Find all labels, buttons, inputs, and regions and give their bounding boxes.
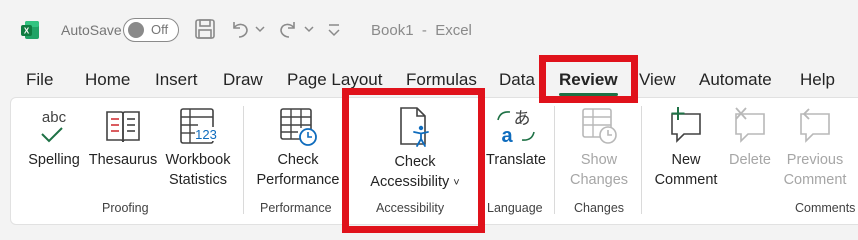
previous-comment-label-line1: Previous <box>786 152 844 168</box>
translate-label: Translate <box>486 152 546 168</box>
tab-data[interactable]: Data <box>499 70 535 90</box>
workbook-statistics-icon: 123 <box>180 108 217 144</box>
autosave-state: Off <box>151 22 169 37</box>
delete-comment-button[interactable]: Delete <box>724 106 776 170</box>
check-performance-label-line1: Check <box>277 152 319 168</box>
tab-insert[interactable]: Insert <box>155 70 198 90</box>
workbook-statistics-label-line2: Statistics <box>168 172 227 188</box>
svg-text:abc: abc <box>42 109 67 126</box>
tab-automate[interactable]: Automate <box>699 70 772 90</box>
redo-dropdown-icon[interactable] <box>304 25 314 33</box>
performance-group-label: Performance <box>260 201 332 215</box>
check-performance-label-line2: Performance <box>256 172 340 188</box>
spelling-label: Spelling <box>28 152 80 168</box>
undo-dropdown-icon[interactable] <box>255 25 265 33</box>
group-separator <box>243 106 244 214</box>
document-title: Book1 - Excel <box>371 22 472 39</box>
customize-quick-access-icon[interactable] <box>326 22 342 38</box>
tab-formulas[interactable]: Formulas <box>406 70 477 90</box>
comments-group-label: Comments <box>795 201 856 215</box>
show-changes-label-line1: Show <box>580 152 618 168</box>
spelling-check-icon: abc <box>41 109 67 143</box>
new-comment-icon <box>671 107 701 143</box>
svg-text:あ: あ <box>514 109 531 129</box>
group-separator <box>641 106 642 214</box>
review-tab-highlight <box>539 55 638 103</box>
check-performance-button[interactable]: Check Performance <box>254 106 342 190</box>
autosave-label: AutoSave <box>61 22 122 38</box>
check-performance-icon <box>280 108 317 146</box>
tab-draw[interactable]: Draw <box>223 70 263 90</box>
new-comment-button[interactable]: New Comment <box>650 106 722 190</box>
thesaurus-label: Thesaurus <box>88 152 158 168</box>
workbook-statistics-label-line1: Workbook <box>165 152 231 168</box>
svg-text:123: 123 <box>195 127 217 142</box>
translate-icon: あ a <box>497 109 535 146</box>
accessibility-group-highlight <box>342 88 485 233</box>
previous-comment-label-line2: Comment <box>783 172 847 188</box>
previous-comment-button[interactable]: Previous Comment <box>780 106 850 190</box>
previous-comment-icon <box>800 108 830 143</box>
new-comment-label-line1: New <box>671 152 701 168</box>
svg-text:X: X <box>24 27 30 36</box>
changes-group-label: Changes <box>574 201 625 215</box>
workbook-statistics-button[interactable]: 123 Workbook Statistics <box>162 106 234 190</box>
svg-text:a: a <box>501 125 513 146</box>
show-changes-label-line2: Changes <box>569 172 629 188</box>
group-separator <box>554 106 555 214</box>
toggle-knob <box>128 22 144 38</box>
tab-page-layout[interactable]: Page Layout <box>287 70 382 90</box>
delete-comment-label: Delete <box>729 152 771 168</box>
language-group-label: Language <box>487 201 543 215</box>
spelling-button[interactable]: abc Spelling <box>24 106 84 170</box>
thesaurus-button[interactable]: Thesaurus <box>88 106 158 170</box>
proofing-group-label: Proofing <box>102 201 149 215</box>
show-changes-icon <box>582 108 617 144</box>
redo-icon[interactable] <box>277 18 299 40</box>
show-changes-button[interactable]: Show Changes <box>566 106 632 190</box>
tab-help[interactable]: Help <box>800 70 835 90</box>
tab-home[interactable]: Home <box>85 70 130 90</box>
save-icon[interactable] <box>194 18 216 40</box>
translate-button[interactable]: あ a Translate <box>484 106 548 170</box>
thesaurus-book-icon <box>106 111 140 143</box>
autosave-toggle[interactable]: Off <box>123 18 179 42</box>
tab-file[interactable]: File <box>26 70 53 90</box>
excel-logo-icon[interactable]: X <box>20 20 40 40</box>
title-bar: X AutoSave Off Book1 - Excel <box>0 0 858 58</box>
new-comment-label-line2: Comment <box>654 172 718 188</box>
undo-icon[interactable] <box>229 18 251 40</box>
delete-comment-icon <box>735 107 765 143</box>
tab-view[interactable]: View <box>639 70 676 90</box>
